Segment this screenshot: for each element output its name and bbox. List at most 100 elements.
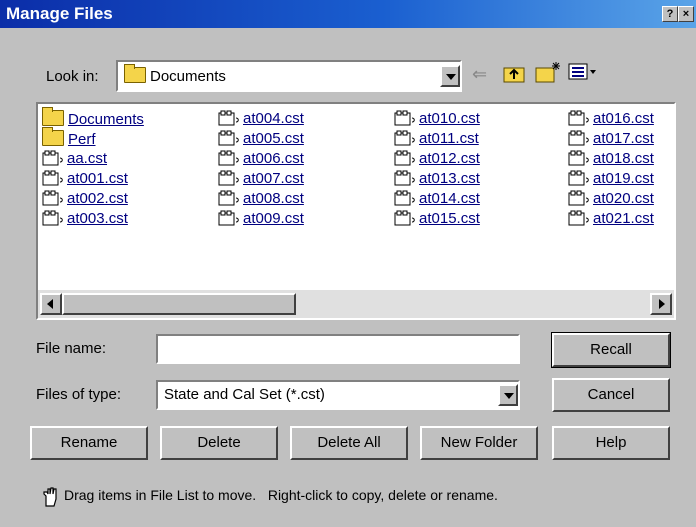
state-file-icon: [394, 110, 415, 126]
files-of-type-select[interactable]: State and Cal Set (*.cst): [156, 380, 520, 410]
cancel-button[interactable]: Cancel: [552, 378, 670, 412]
file-name: at017.cst: [593, 130, 654, 147]
file-name-input[interactable]: [156, 334, 520, 364]
list-item[interactable]: at012.cst: [394, 150, 480, 167]
file-name: at008.cst: [243, 190, 304, 207]
file-name: at010.cst: [419, 110, 480, 127]
file-name: at009.cst: [243, 210, 304, 227]
list-item[interactable]: at011.cst: [394, 130, 479, 147]
list-item[interactable]: at004.cst: [218, 110, 304, 127]
file-list[interactable]: Documents Perf aa.cst at001.cst at002.cst at0…: [36, 102, 676, 320]
state-file-icon: [218, 190, 239, 206]
list-item[interactable]: at019.cst: [568, 170, 654, 187]
folder-icon: [124, 64, 146, 83]
state-file-icon: [42, 170, 63, 186]
files-of-type-value: State and Cal Set (*.cst): [164, 386, 325, 403]
list-item[interactable]: aa.cst: [42, 150, 107, 167]
state-file-icon: [394, 190, 415, 206]
state-file-icon: [42, 210, 63, 226]
state-file-icon: [218, 130, 239, 146]
list-item[interactable]: at015.cst: [394, 210, 480, 227]
scroll-right-button[interactable]: [650, 293, 672, 315]
help-button[interactable]: Help: [552, 426, 670, 460]
list-item[interactable]: at021.cst: [568, 210, 654, 227]
list-item[interactable]: at009.cst: [218, 210, 304, 227]
state-file-icon: [568, 190, 589, 206]
list-item[interactable]: Perf: [42, 127, 96, 148]
state-file-icon: [568, 110, 589, 126]
file-name: at001.cst: [67, 170, 128, 187]
state-file-icon: [218, 150, 239, 166]
file-name: aa.cst: [67, 150, 108, 167]
file-name: at021.cst: [593, 210, 654, 227]
view-menu-icon[interactable]: [568, 62, 598, 87]
window-title: Manage Files: [6, 4, 113, 23]
file-name: at006.cst: [243, 150, 304, 167]
list-item[interactable]: at016.cst: [568, 110, 654, 127]
hand-pointer-icon: [40, 486, 60, 512]
up-folder-icon[interactable]: [502, 62, 526, 89]
state-file-icon: [218, 110, 239, 126]
file-name: at003.cst: [67, 210, 128, 227]
recall-button[interactable]: Recall: [551, 332, 671, 368]
state-file-icon: [218, 170, 239, 186]
list-item[interactable]: at005.cst: [218, 130, 304, 147]
scroll-left-button[interactable]: [40, 293, 62, 315]
chevron-down-icon[interactable]: [440, 65, 460, 87]
state-file-icon: [394, 130, 415, 146]
file-name: at014.cst: [419, 190, 480, 207]
list-item[interactable]: at013.cst: [394, 170, 480, 187]
file-name: at016.cst: [593, 110, 654, 127]
file-name: at018.cst: [593, 150, 654, 167]
state-file-icon: [394, 150, 415, 166]
folder-icon: [42, 107, 64, 126]
look-in-label: Look in:: [46, 68, 99, 85]
title-bar: Manage Files ? ×: [0, 0, 696, 28]
state-file-icon: [42, 150, 63, 166]
file-name-label: File name:: [36, 340, 107, 357]
help-title-button[interactable]: ?: [662, 6, 678, 22]
chevron-down-icon[interactable]: [498, 384, 518, 406]
state-file-icon: [568, 170, 589, 186]
manage-files-dialog: Manage Files ? × Look in: Documents ⇐ Do…: [0, 0, 696, 527]
file-name: at015.cst: [419, 210, 480, 227]
horizontal-scrollbar[interactable]: [38, 290, 674, 318]
file-name: at011.cst: [419, 130, 479, 147]
folder-icon: [42, 127, 64, 146]
list-item[interactable]: at002.cst: [42, 190, 128, 207]
list-item[interactable]: at020.cst: [568, 190, 654, 207]
list-item[interactable]: at008.cst: [218, 190, 304, 207]
back-arrow-icon[interactable]: ⇐: [472, 64, 487, 85]
list-item[interactable]: at006.cst: [218, 150, 304, 167]
list-item[interactable]: at017.cst: [568, 130, 654, 147]
list-item[interactable]: at007.cst: [218, 170, 304, 187]
file-name: at004.cst: [243, 110, 304, 127]
drag-hint-text: Drag items in File List to move. Right-c…: [64, 487, 498, 503]
files-of-type-label: Files of type:: [36, 386, 122, 403]
file-name: Documents: [68, 111, 144, 128]
list-item[interactable]: at001.cst: [42, 170, 128, 187]
delete-all-button[interactable]: Delete All: [290, 426, 408, 460]
state-file-icon: [568, 130, 589, 146]
file-name: at019.cst: [593, 170, 654, 187]
list-item[interactable]: Documents: [42, 107, 144, 128]
scroll-thumb[interactable]: [62, 293, 296, 315]
list-item[interactable]: at014.cst: [394, 190, 480, 207]
delete-button[interactable]: Delete: [160, 426, 278, 460]
file-name: Perf: [68, 131, 96, 148]
state-file-icon: [394, 170, 415, 186]
file-name: at007.cst: [243, 170, 304, 187]
new-folder-icon[interactable]: [534, 60, 562, 89]
state-file-icon: [568, 150, 589, 166]
list-item[interactable]: at003.cst: [42, 210, 128, 227]
state-file-icon: [42, 190, 63, 206]
list-item[interactable]: at018.cst: [568, 150, 654, 167]
state-file-icon: [394, 210, 415, 226]
rename-button[interactable]: Rename: [30, 426, 148, 460]
list-item[interactable]: at010.cst: [394, 110, 480, 127]
new-folder-button[interactable]: New Folder: [420, 426, 538, 460]
close-title-button[interactable]: ×: [678, 6, 694, 22]
file-name: at002.cst: [67, 190, 128, 207]
look-in-combo[interactable]: Documents: [116, 60, 462, 92]
file-name: at020.cst: [593, 190, 654, 207]
